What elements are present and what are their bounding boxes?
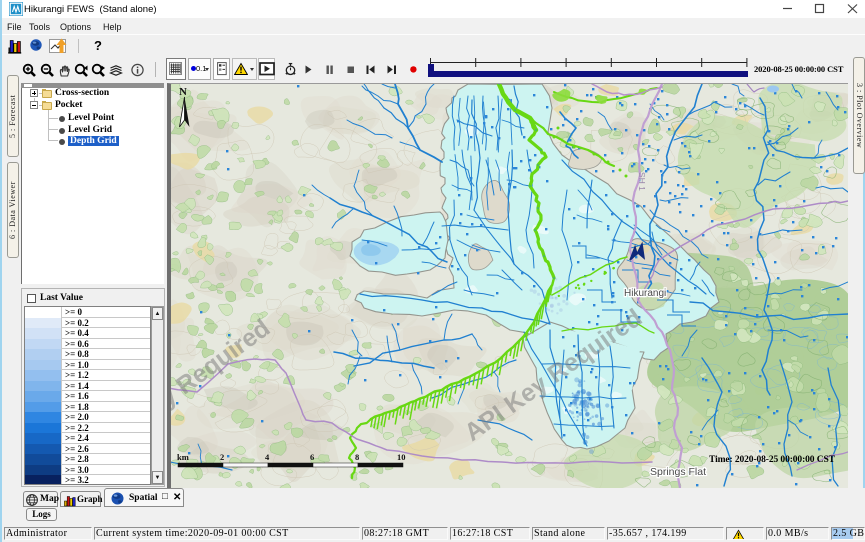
- svg-text:km: km: [177, 452, 189, 462]
- svg-text:Time: 2020-08-25 00:00:00 CST: Time: 2020-08-25 00:00:00 CST: [709, 455, 836, 465]
- svg-text:N: N: [179, 86, 187, 98]
- svg-text:Springs Flat: Springs Flat: [650, 466, 706, 478]
- svg-text:Hikurangi: Hikurangi: [624, 288, 666, 299]
- svg-text:2: 2: [220, 452, 224, 462]
- svg-text:SH 1: SH 1: [637, 172, 647, 191]
- svg-text:10: 10: [397, 452, 406, 462]
- svg-text:8: 8: [355, 452, 359, 462]
- svg-text:6: 6: [310, 452, 314, 462]
